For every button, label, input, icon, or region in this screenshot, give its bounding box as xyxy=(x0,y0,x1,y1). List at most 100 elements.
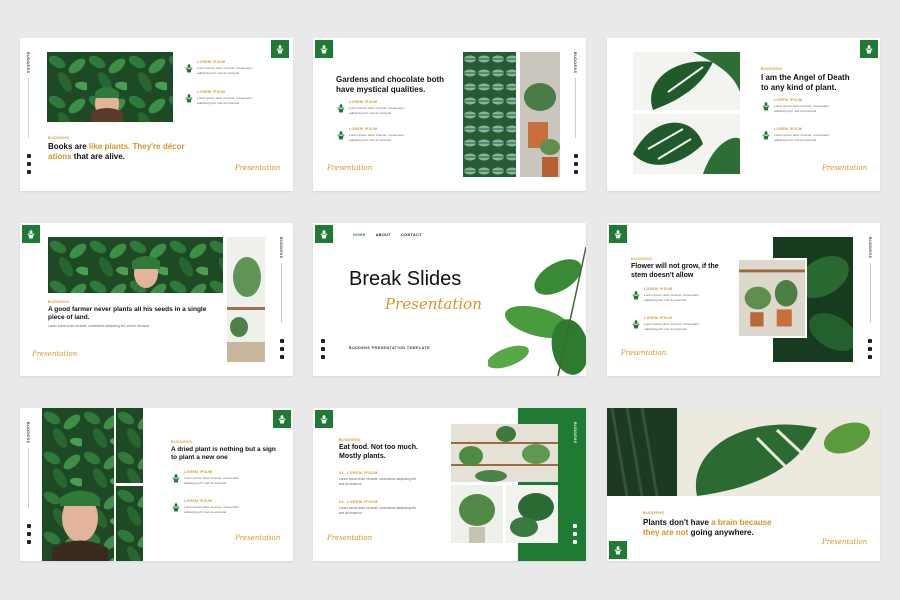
list-item: LOREM IPSUM Lorem ipsum dolor sit amet, c… xyxy=(184,60,261,75)
plant-pot-icon xyxy=(171,502,181,512)
plant-pot-icon xyxy=(319,229,329,239)
social-icon xyxy=(574,154,578,158)
divider xyxy=(281,263,282,323)
item-label: LOREM IPSUM xyxy=(349,100,378,104)
nav-home[interactable]: HOME xyxy=(353,233,366,237)
brand-label: BUDDENS xyxy=(643,511,665,515)
social-icon xyxy=(868,347,872,351)
item-desc: Lorem ipsum dolor sit amet, consectetur … xyxy=(349,133,405,142)
plant-pot-icon xyxy=(171,473,181,483)
social-icons xyxy=(27,154,31,174)
heading-text: going anywhere. xyxy=(688,528,754,537)
brand-label: BUDDENS xyxy=(48,136,70,140)
item-label: LOREM IPSUM xyxy=(197,90,226,94)
presentation-script: Presentation xyxy=(327,534,373,542)
plant-pot-icon xyxy=(761,130,771,140)
social-icons xyxy=(574,154,578,174)
slide-2[interactable]: BUDDENS Gardens and chocolate both have … xyxy=(313,38,586,191)
logo-box xyxy=(273,410,291,428)
plant-pot-icon xyxy=(184,93,194,103)
slide-8[interactable]: BUDDENS Eat food. Not too much. Mostly p… xyxy=(313,408,586,561)
slide-1[interactable]: BUDDENS LOREM IPSUM Lorem ipsum dolor sit… xyxy=(20,38,293,191)
slide-heading: Gardens and chocolate both have mystical… xyxy=(336,75,445,94)
slide-6[interactable]: BUDDENS Flower will not grow, if the ste… xyxy=(607,223,880,376)
logo-box xyxy=(609,541,627,559)
slide-3[interactable]: BUDDENS I am the Angel of Death to any k… xyxy=(607,38,880,191)
item-label: LOREM IPSUM xyxy=(644,287,673,291)
slide-heading: A good farmer never plants all his seeds… xyxy=(48,306,207,322)
slide-heading: Plants don't have a brain because they ar… xyxy=(643,518,843,538)
photo-hanging-plant xyxy=(451,485,503,543)
item-label: LOREM IPSUM xyxy=(184,499,213,503)
heading-highlight: like plants. They're décor xyxy=(88,142,185,151)
social-icon xyxy=(573,524,577,528)
slide-4[interactable]: BUDDENS BUDDENS A good farmer never plan… xyxy=(20,223,293,376)
list-item: LOREM IPSUM Lorem ipsum dolor sit amet, c… xyxy=(761,127,838,142)
photo-woman-leaves xyxy=(42,408,114,561)
presentation-script: Presentation xyxy=(822,538,868,546)
social-icon xyxy=(321,339,325,343)
heading-text: Plants don't have xyxy=(643,518,712,527)
slide-heading: A dried plant is nothing but a sign to p… xyxy=(171,446,276,462)
item-desc: Lorem ipsum dolor sit amet, consectetur … xyxy=(184,476,240,485)
brand-label: BUDDENS xyxy=(631,257,653,261)
item-label: 02. LOREM IPSUM xyxy=(339,500,378,504)
nav-about[interactable]: ABOUT xyxy=(376,233,391,237)
social-icon xyxy=(27,540,31,544)
item-desc: Lorem ipsum dolor sit amet, consectetur … xyxy=(184,505,240,514)
plant-pot-icon xyxy=(275,44,285,54)
social-icons xyxy=(573,524,577,544)
social-icons xyxy=(27,524,31,544)
photo-monstera-top xyxy=(633,52,740,110)
logo-box xyxy=(315,225,333,243)
plant-pot-icon xyxy=(761,101,771,111)
brand-label: BUDDENS xyxy=(171,440,193,444)
plant-pot-icon xyxy=(277,414,287,424)
item-label: LOREM IPSUM xyxy=(774,127,803,131)
social-icon xyxy=(321,347,325,351)
heading-text: Books are xyxy=(48,142,89,151)
slide-7[interactable]: BUDDENS BUDDENS A dried plant is nothing… xyxy=(20,408,293,561)
slide-heading: I am the Angel of Death to any kind of p… xyxy=(761,73,850,92)
plant-pot-icon xyxy=(26,229,36,239)
photo-monstera-banner xyxy=(607,408,880,496)
item-label: LOREM IPSUM xyxy=(197,60,226,64)
list-item: LOREM IPSUM Lorem ipsum dolor sit amet, c… xyxy=(631,287,708,302)
heading-highlight: a brain because xyxy=(711,518,772,527)
plant-pot-icon xyxy=(336,103,346,113)
photo-woman-leaves xyxy=(48,237,223,293)
item-desc: Lorem ipsum dolor sit amet, consectetur … xyxy=(644,322,700,331)
item-desc: Lorem ipsum dolor sit amet, consectetur … xyxy=(349,106,405,115)
brand-vertical-text: BUDDENS xyxy=(26,52,30,74)
brand-vertical-text: BUDDENS xyxy=(26,422,30,444)
plant-pot-icon xyxy=(336,130,346,140)
photo-calathea xyxy=(463,52,516,177)
item-label: LOREM IPSUM xyxy=(644,316,673,320)
list-item: LOREM IPSUM Lorem ipsum dolor sit amet, c… xyxy=(171,499,248,514)
photo-potted-plants xyxy=(520,52,560,177)
plant-pot-icon xyxy=(631,319,641,329)
tagline: BUDDENS PRESENTATION TEMPLATE xyxy=(349,346,430,350)
photo-woman-leaves xyxy=(47,52,173,122)
social-icon xyxy=(574,162,578,166)
brand-label: BUDDENS xyxy=(339,438,361,442)
social-icon xyxy=(27,154,31,158)
slide-5[interactable]: HOME ABOUT CONTACT Break Slides Presenta… xyxy=(313,223,586,376)
plant-pot-icon xyxy=(184,63,194,73)
plant-pot-icon xyxy=(613,545,623,555)
plant-pot-icon xyxy=(864,44,874,54)
social-icons xyxy=(280,339,284,359)
logo-box xyxy=(315,410,333,428)
brand-label: BUDDENS xyxy=(761,67,783,71)
item-label: LOREM IPSUM xyxy=(184,470,213,474)
photo-shelf-plants xyxy=(451,424,558,482)
presentation-script: Presentation xyxy=(327,164,373,172)
photo-leaves xyxy=(116,408,143,483)
social-icon xyxy=(27,524,31,528)
slide-9[interactable]: BUDDENS Plants don't have a brain becaus… xyxy=(607,408,880,561)
plant-pot-icon xyxy=(613,229,623,239)
logo-box xyxy=(860,40,878,58)
social-icon xyxy=(573,540,577,544)
social-icons xyxy=(321,339,325,359)
nav-contact[interactable]: CONTACT xyxy=(401,233,422,237)
